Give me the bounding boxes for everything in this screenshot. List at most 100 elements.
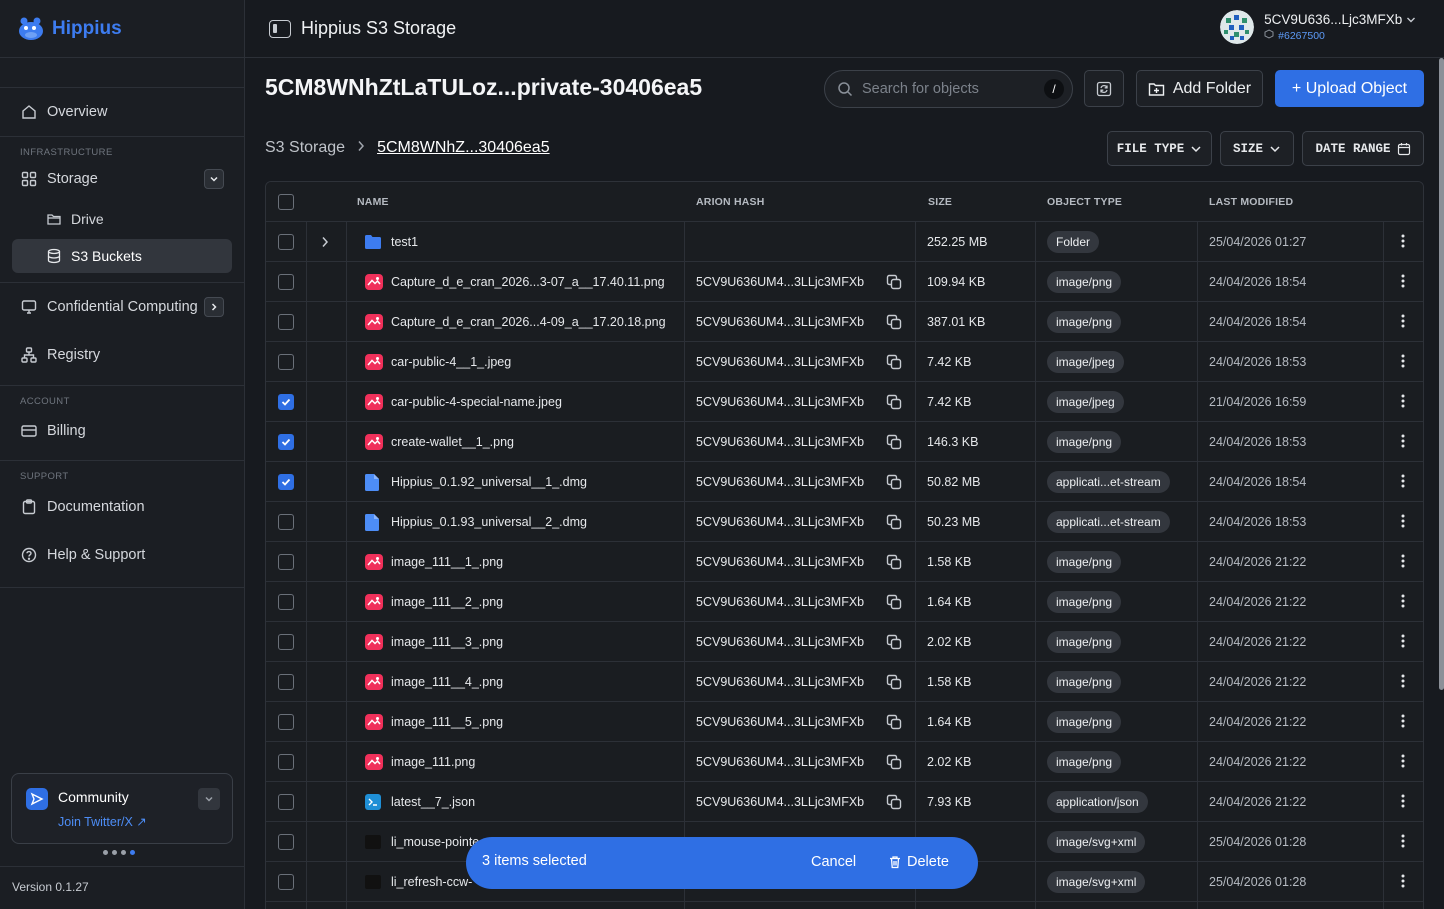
table-row[interactable]: image_111__2_.png 5CV9U636UM4...3LLjc3MF…	[266, 582, 1423, 622]
object-name[interactable]: li_refresh-ccw-	[391, 862, 472, 902]
object-name[interactable]: Capture_d_e_cran_2026...4-09_a__17.20.18…	[391, 302, 666, 342]
select-all-checkbox[interactable]	[278, 194, 294, 210]
table-row[interactable]: car-public-4-special-name.jpeg 5CV9U636U…	[266, 382, 1423, 422]
sidebar-item-registry[interactable]: Registry	[0, 331, 244, 379]
copy-icon[interactable]	[886, 434, 902, 453]
column-header-name[interactable]: NAME	[357, 182, 389, 222]
sidebar-item-drive[interactable]: Drive	[12, 202, 232, 236]
sidebar-item-s3-buckets[interactable]: S3 Buckets	[12, 239, 232, 273]
sidebar-item-overview[interactable]: Overview	[0, 88, 244, 136]
copy-icon[interactable]	[886, 794, 902, 813]
brand[interactable]: Hippius	[0, 0, 244, 58]
sidebar-item-documentation[interactable]: Documentation	[0, 483, 244, 531]
row-checkbox[interactable]	[278, 834, 294, 850]
chevron-right-icon[interactable]	[204, 297, 224, 317]
copy-icon[interactable]	[886, 674, 902, 693]
more-vertical-icon[interactable]	[1401, 514, 1405, 531]
table-row[interactable]: image_111__4_.png 5CV9U636UM4...3LLjc3MF…	[266, 662, 1423, 702]
table-row[interactable]: Hippius_0.1.92_universal__1_.dmg 5CV9U63…	[266, 462, 1423, 502]
copy-icon[interactable]	[886, 274, 902, 293]
copy-icon[interactable]	[886, 634, 902, 653]
copy-icon[interactable]	[886, 754, 902, 773]
table-row[interactable]: Capture_d_e_cran_2026...4-09_a__17.20.18…	[266, 302, 1423, 342]
row-checkbox[interactable]	[278, 394, 294, 410]
row-checkbox[interactable]	[278, 474, 294, 490]
object-name[interactable]: test1	[391, 222, 418, 262]
breadcrumb-current[interactable]: 5CM8WNhZ...30406ea5	[377, 139, 550, 157]
column-header-size[interactable]: SIZE	[928, 182, 952, 222]
column-header-type[interactable]: OBJECT TYPE	[1047, 182, 1122, 222]
copy-icon[interactable]	[886, 314, 902, 333]
more-vertical-icon[interactable]	[1401, 474, 1405, 491]
object-name[interactable]: image_111__5_.png	[391, 702, 503, 742]
object-name[interactable]: Hippius_0.1.93_universal__2_.dmg	[391, 502, 587, 542]
more-vertical-icon[interactable]	[1401, 354, 1405, 371]
row-checkbox[interactable]	[278, 274, 294, 290]
object-name[interactable]: create-wallet__1_.png	[391, 422, 514, 462]
row-checkbox[interactable]	[278, 434, 294, 450]
sidebar-toggle-icon[interactable]	[269, 19, 291, 38]
copy-icon[interactable]	[886, 354, 902, 373]
more-vertical-icon[interactable]	[1401, 234, 1405, 251]
row-checkbox[interactable]	[278, 314, 294, 330]
sidebar-item-billing[interactable]: Billing	[0, 408, 244, 454]
table-row[interactable]: latest__7_.json 5CV9U636UM4...3LLjc3MFXb…	[266, 782, 1423, 822]
more-vertical-icon[interactable]	[1401, 314, 1405, 331]
add-folder-button[interactable]: Add Folder	[1136, 70, 1263, 107]
more-vertical-icon[interactable]	[1401, 554, 1405, 571]
row-checkbox[interactable]	[278, 754, 294, 770]
object-name[interactable]: Hippius_0.1.92_universal__1_.dmg	[391, 462, 587, 502]
copy-icon[interactable]	[886, 714, 902, 733]
carousel-dot[interactable]	[103, 850, 108, 855]
row-checkbox[interactable]	[278, 634, 294, 650]
table-row[interactable]: image_111__5_.png 5CV9U636UM4...3LLjc3MF…	[266, 702, 1423, 742]
account-menu[interactable]: 5CV9U636...Ljc3MFXb #6267500	[1220, 10, 1416, 44]
object-name[interactable]: image_111__2_.png	[391, 582, 503, 622]
object-name[interactable]: latest__7_.json	[391, 782, 475, 822]
carousel-dot[interactable]	[112, 850, 117, 855]
more-vertical-icon[interactable]	[1401, 794, 1405, 811]
search-box[interactable]: /	[824, 70, 1073, 108]
object-name[interactable]: image_111__4_.png	[391, 662, 503, 702]
table-row[interactable]: create-wallet__1_.png 5CV9U636UM4...3LLj…	[266, 422, 1423, 462]
more-vertical-icon[interactable]	[1401, 754, 1405, 771]
row-checkbox[interactable]	[278, 234, 294, 250]
copy-icon[interactable]	[886, 474, 902, 493]
row-checkbox[interactable]	[278, 714, 294, 730]
sidebar-item-storage[interactable]: Storage	[0, 159, 244, 199]
more-vertical-icon[interactable]	[1401, 714, 1405, 731]
table-row[interactable]: Capture_d_e_cran_2026...3-07_a__17.40.11…	[266, 262, 1423, 302]
more-vertical-icon[interactable]	[1401, 274, 1405, 291]
scrollbar[interactable]	[1439, 58, 1444, 690]
more-vertical-icon[interactable]	[1401, 394, 1405, 411]
table-row[interactable]: car-public-4__1_.jpeg 5CV9U636UM4...3LLj…	[266, 342, 1423, 382]
carousel-dot-active[interactable]	[130, 850, 135, 855]
table-row[interactable]: test1 252.25 MB Folder 25/04/2026 01:27	[266, 222, 1423, 262]
search-input[interactable]	[862, 81, 1032, 97]
refresh-button[interactable]	[1084, 70, 1124, 107]
copy-icon[interactable]	[886, 554, 902, 573]
carousel-dots[interactable]	[103, 850, 135, 855]
object-name[interactable]: image_111__1_.png	[391, 542, 503, 582]
table-row[interactable]: image_111__1_.png 5CV9U636UM4...3LLjc3MF…	[266, 542, 1423, 582]
row-checkbox[interactable]	[278, 514, 294, 530]
more-vertical-icon[interactable]	[1401, 634, 1405, 651]
copy-icon[interactable]	[886, 514, 902, 533]
date-range-filter[interactable]: DATE RANGE	[1302, 131, 1424, 166]
table-row[interactable]: Hippius_0.1.93_universal__2_.dmg 5CV9U63…	[266, 502, 1423, 542]
row-checkbox[interactable]	[278, 674, 294, 690]
row-checkbox[interactable]	[278, 354, 294, 370]
object-name[interactable]: image_111.png	[391, 742, 475, 782]
table-row[interactable]: image_111__3_.png 5CV9U636UM4...3LLjc3MF…	[266, 622, 1423, 662]
chevron-down-icon[interactable]	[204, 169, 224, 189]
size-filter[interactable]: SIZE	[1220, 131, 1294, 166]
column-header-hash[interactable]: ARION HASH	[696, 182, 765, 222]
file-type-filter[interactable]: FILE TYPE	[1107, 131, 1212, 166]
chevron-down-icon[interactable]	[198, 788, 220, 810]
chevron-right-icon[interactable]	[321, 222, 329, 262]
more-vertical-icon[interactable]	[1401, 834, 1405, 851]
row-checkbox[interactable]	[278, 794, 294, 810]
upload-object-button[interactable]: + Upload Object	[1275, 70, 1424, 107]
delete-button[interactable]: Delete	[888, 854, 949, 870]
sidebar-item-confidential-computing[interactable]: Confidential Computing	[0, 283, 244, 331]
